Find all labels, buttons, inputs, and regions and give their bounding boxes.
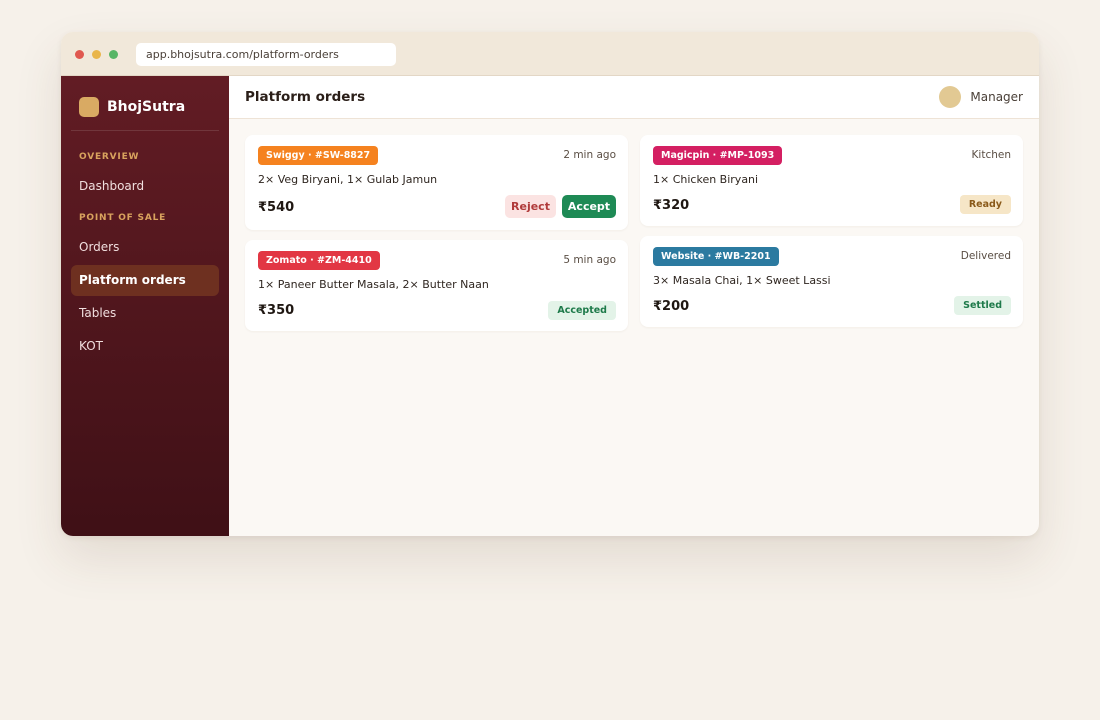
order-card-website[interactable]: Website · #WB-2201 Delivered 3× Masala C… [640, 236, 1023, 327]
accept-button[interactable]: Accept [562, 195, 616, 218]
sidebar-section-overview: OVERVIEW [79, 152, 140, 162]
main-content: Platform orders Manager Swiggy · #SW-882… [229, 76, 1039, 536]
status-badge-accepted: Accepted [548, 301, 616, 320]
brand[interactable]: BhojSutra [79, 97, 185, 117]
platform-tag-magicpin: Magicpin · #MP-1093 [653, 146, 783, 165]
sidebar-divider [71, 130, 219, 131]
order-card-zomato[interactable]: Zomato · #ZM-4410 5 min ago 1× Paneer Bu… [245, 240, 628, 331]
address-bar[interactable]: app.bhojsutra.com/platform-orders [136, 43, 396, 66]
sidebar: BhojSutra OVERVIEW Dashboard POINT OF SA… [61, 76, 229, 536]
reject-button[interactable]: Reject [505, 195, 556, 218]
user-role: Manager [970, 90, 1023, 104]
order-price: ₹540 [258, 200, 295, 215]
browser-chrome: app.bhojsutra.com/platform-orders [61, 32, 1039, 76]
platform-tag-swiggy: Swiggy · #SW-8827 [258, 146, 379, 165]
page-title: Platform orders [245, 89, 366, 105]
window-maximize-dot[interactable] [109, 50, 118, 59]
sidebar-item-orders[interactable]: Orders [71, 232, 219, 263]
order-stage: Kitchen [971, 149, 1011, 161]
sidebar-item-dashboard[interactable]: Dashboard [71, 171, 219, 202]
order-time: 5 min ago [563, 254, 616, 266]
order-price: ₹200 [653, 299, 690, 314]
brand-logo-icon [79, 97, 99, 117]
order-items: 2× Veg Biryani, 1× Gulab Jamun [258, 173, 438, 186]
order-card-swiggy[interactable]: Swiggy · #SW-8827 2 min ago 2× Veg Birya… [245, 135, 628, 230]
user-menu[interactable]: Manager [939, 86, 1023, 108]
window-close-dot[interactable] [75, 50, 84, 59]
brand-name: BhojSutra [107, 99, 186, 115]
platform-tag-website: Website · #WB-2201 [653, 247, 779, 266]
sidebar-section-point-of-sale: POINT OF SALE [79, 213, 167, 223]
order-items: 1× Paneer Butter Masala, 2× Butter Naan [258, 278, 489, 291]
status-badge-settled: Settled [954, 296, 1011, 315]
window-minimize-dot[interactable] [92, 50, 101, 59]
top-bar: Platform orders Manager [229, 76, 1039, 119]
order-time: 2 min ago [563, 149, 616, 161]
order-price: ₹350 [258, 303, 295, 318]
order-card-magicpin[interactable]: Magicpin · #MP-1093 Kitchen 1× Chicken B… [640, 135, 1023, 226]
order-price: ₹320 [653, 198, 690, 213]
sidebar-item-kot[interactable]: KOT [71, 331, 219, 362]
sidebar-item-platform-orders[interactable]: Platform orders [71, 265, 219, 296]
browser-window: app.bhojsutra.com/platform-orders BhojSu… [61, 32, 1039, 536]
sidebar-item-tables[interactable]: Tables [71, 298, 219, 329]
order-stage: Delivered [960, 250, 1011, 262]
order-items: 1× Chicken Biryani [653, 173, 759, 186]
order-items: 3× Masala Chai, 1× Sweet Lassi [653, 274, 831, 287]
avatar [939, 86, 962, 108]
platform-tag-zomato: Zomato · #ZM-4410 [258, 251, 380, 270]
status-badge-ready: Ready [959, 195, 1011, 214]
